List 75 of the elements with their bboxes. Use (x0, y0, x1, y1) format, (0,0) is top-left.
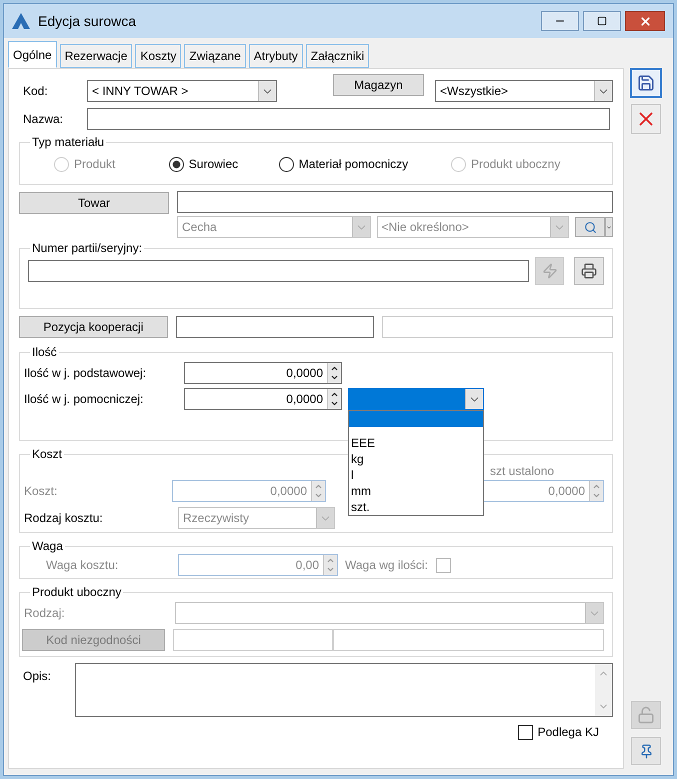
pin-icon (638, 744, 654, 758)
combo-value: Rzeczywisty (182, 510, 250, 527)
spinner-icon[interactable] (327, 363, 341, 383)
number-field[interactable]: 0,0000 (184, 388, 342, 410)
field-label: Rodzaj: (24, 605, 66, 622)
combo-value: <Wszystkie> (439, 83, 510, 100)
radio-button[interactable] (278, 156, 294, 172)
towar-field[interactable] (177, 191, 613, 213)
close-icon (638, 14, 652, 28)
rodzaj-combo[interactable] (175, 602, 604, 624)
close-button[interactable] (625, 11, 665, 31)
number-field[interactable]: 0,0000 (184, 362, 342, 384)
tab[interactable]: Atrybuty (248, 44, 303, 68)
radio-button[interactable] (168, 156, 184, 172)
checkbox[interactable] (518, 724, 533, 740)
tab[interactable]: Załączniki (306, 44, 370, 68)
tab[interactable]: Ogólne (8, 41, 57, 68)
combo-value: <Nie określono> (380, 219, 470, 236)
combo-value: < INNY TOWAR > (91, 83, 190, 100)
nazwa-field[interactable] (87, 108, 610, 130)
tab[interactable]: Rezerwacje (60, 44, 132, 68)
combo-value: Cecha (181, 219, 218, 236)
tab[interactable]: Związane (184, 44, 246, 68)
group-title: Produkt uboczny (31, 584, 122, 601)
delete-button[interactable] (631, 104, 661, 134)
maximize-button[interactable] (583, 11, 621, 31)
field-label: Nazwa: (22, 111, 64, 128)
field-label: Produkt uboczny (470, 156, 560, 173)
opis-textarea[interactable] (74, 663, 613, 717)
kooperacja-name-field[interactable] (382, 316, 613, 338)
unit-combo[interactable] (348, 388, 484, 410)
generate-button[interactable] (534, 257, 564, 285)
scrollbar[interactable] (595, 664, 612, 716)
field-label: Ilość w j. podstawowej: (24, 365, 148, 382)
field-label: szt ustalono (490, 463, 554, 480)
group-title: Koszt (31, 446, 64, 463)
magazyn-button[interactable]: Magazyn (333, 74, 424, 96)
printer-icon (581, 263, 598, 279)
field-label: Podlega KJ (538, 724, 599, 741)
group-title: Numer partii/seryjny: (31, 240, 144, 257)
towar-button[interactable]: Towar (19, 192, 169, 214)
field-label: Rodzaj kosztu: (24, 510, 104, 527)
group-title: Typ materiału (31, 134, 106, 151)
unlocked-padlock-icon (637, 706, 655, 724)
field-label: Materiał pomocniczy (298, 156, 408, 173)
kooperacja-field[interactable] (176, 316, 374, 338)
lock-button[interactable] (631, 701, 661, 729)
group-title: Ilość (31, 344, 58, 361)
window-title: Edycja surowca (38, 12, 136, 31)
magazyn-combo[interactable]: <Wszystkie> (435, 80, 613, 102)
app-logo-icon (12, 13, 30, 29)
pin-button[interactable] (631, 737, 661, 765)
kod-field[interactable] (173, 629, 333, 651)
maximize-icon (597, 16, 607, 26)
lightning-icon (542, 263, 558, 279)
field-label: Opis: (22, 668, 52, 685)
kod-description-field[interactable] (333, 629, 604, 651)
search-icon (584, 220, 596, 234)
field-label: Waga wg ilości: (345, 557, 428, 574)
pozycja-kooperacji-button[interactable]: Pozycja kooperacji (19, 316, 168, 338)
field-label: Koszt: (24, 483, 58, 500)
field-label: Surowiec (188, 156, 238, 173)
kod-combo[interactable]: < INNY TOWAR > (87, 80, 277, 102)
field-label: Ilość w j. pomocniczej: (24, 391, 144, 408)
numer-partii-field[interactable] (28, 260, 529, 282)
search-button[interactable] (575, 217, 605, 237)
spinner-icon[interactable] (327, 389, 341, 409)
field-label: Produkt (74, 156, 116, 173)
tab[interactable]: Koszty (135, 44, 182, 68)
save-button[interactable] (630, 68, 662, 98)
print-button[interactable] (574, 257, 604, 285)
field-label: Waga kosztu: (45, 557, 120, 574)
group-title: Waga (31, 538, 64, 555)
save-icon (637, 74, 655, 92)
field-label: Kod: (22, 83, 49, 100)
